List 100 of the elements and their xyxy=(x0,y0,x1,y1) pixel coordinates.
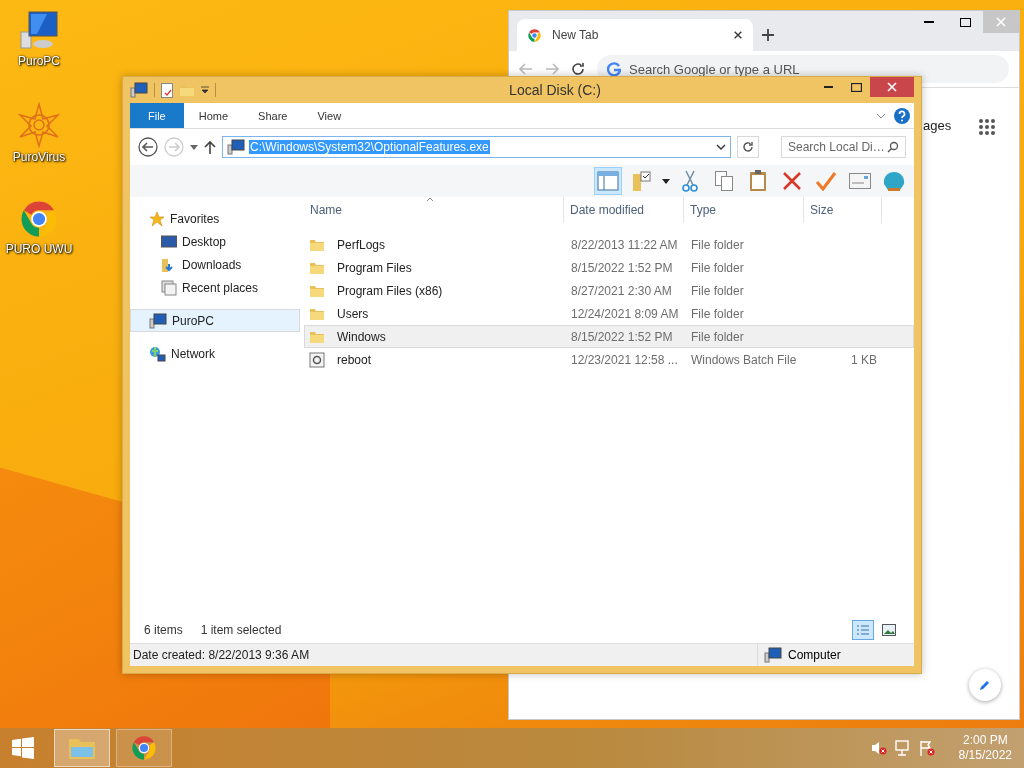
nav-item[interactable]: Desktop xyxy=(130,230,300,253)
copy-icon xyxy=(715,171,733,191)
help-icon[interactable] xyxy=(894,107,910,124)
scissors-icon xyxy=(682,170,698,192)
tab-title: New Tab xyxy=(552,28,600,42)
file-menu-button[interactable]: File xyxy=(130,103,184,128)
preview-pane-button[interactable] xyxy=(594,167,622,195)
computer-icon xyxy=(227,139,245,155)
file-row[interactable]: PerfLogs 8/22/2013 11:22 AM File folder xyxy=(304,233,914,256)
chrome-logo-icon xyxy=(527,27,542,43)
search-placeholder: Search Local Di… xyxy=(788,140,886,154)
address-text: C:\Windows\System32\OptionalFeatures.exe xyxy=(249,140,490,154)
type-cell-text: File folder xyxy=(690,260,745,275)
nav-label: Network xyxy=(171,346,215,361)
file-row[interactable]: Program Files 8/15/2022 1:52 PM File folder xyxy=(304,256,914,279)
date-cell-text: 12/23/2021 12:58 ... xyxy=(570,352,679,367)
file-name: Program Files xyxy=(336,260,412,275)
details-view-icon xyxy=(856,624,870,636)
folder-icon xyxy=(309,260,325,275)
file-name: Users xyxy=(336,306,369,321)
file-row[interactable]: reboot 12/23/2021 12:58 ... Windows Batch File 1 KB xyxy=(304,348,914,371)
window-card-icon xyxy=(849,173,871,189)
dropdown-icon[interactable] xyxy=(201,86,209,94)
type-cell-text: File folder xyxy=(690,329,745,344)
pencil-icon xyxy=(979,679,991,691)
location-label: Computer xyxy=(788,648,841,662)
star-burst-icon xyxy=(16,102,62,148)
file-name: reboot xyxy=(336,352,372,367)
browser-tab[interactable]: New Tab xyxy=(517,19,753,51)
nav-label: PuroPC xyxy=(172,313,215,328)
nav-item[interactable]: Downloads xyxy=(130,253,300,276)
reload-icon[interactable] xyxy=(571,62,585,76)
file-row[interactable]: Users 12/24/2021 8:09 AM File folder xyxy=(304,302,914,325)
date-cell-text: 12/24/2021 8:09 AM xyxy=(570,306,680,321)
type-cell-text: File folder xyxy=(690,283,745,298)
file-row[interactable]: Program Files (x86) 8/27/2021 2:30 AM File folder xyxy=(304,279,914,302)
type-cell-text: File folder xyxy=(690,306,745,321)
refresh-button[interactable] xyxy=(737,136,759,158)
flag-icon[interactable] xyxy=(918,740,935,756)
network-monitor-icon[interactable] xyxy=(894,740,911,756)
date-cell-text: 8/15/2022 1:52 PM xyxy=(570,260,674,275)
thumbnail-view-icon xyxy=(882,624,896,636)
nav-item[interactable]: Favorites xyxy=(130,207,300,230)
maximize-icon xyxy=(959,17,971,27)
column-header[interactable]: Name xyxy=(304,197,564,223)
chevron-down-icon[interactable] xyxy=(716,144,726,150)
ribbon-tab[interactable]: View xyxy=(302,103,357,128)
pane-layout-icon xyxy=(597,171,619,191)
file-name: Program Files (x86) xyxy=(336,283,443,298)
file-name: PerfLogs xyxy=(336,237,386,252)
computer-icon xyxy=(764,647,782,663)
apps-grid-icon[interactable] xyxy=(979,119,995,135)
column-header[interactable]: Date modified xyxy=(564,197,684,223)
column-header[interactable]: Type xyxy=(684,197,804,223)
nav-item[interactable]: Recent places xyxy=(130,276,300,299)
search-field[interactable]: Search Local Di… xyxy=(781,136,906,158)
desktop-icon xyxy=(161,235,177,248)
close-icon xyxy=(995,16,1007,28)
nav-item[interactable]: PuroPC xyxy=(130,309,300,332)
nav-item[interactable]: Network xyxy=(130,342,300,365)
clipboard-icon xyxy=(749,170,767,192)
date-cell-text: 8/27/2021 2:30 AM xyxy=(570,283,673,298)
nav-label: Downloads xyxy=(182,257,242,272)
back-icon[interactable] xyxy=(138,137,158,157)
recent-places-icon xyxy=(161,279,177,296)
date-cell-text: 8/15/2022 1:52 PM xyxy=(570,329,674,344)
shell-icon xyxy=(882,170,906,192)
file-name: Windows xyxy=(336,329,386,344)
windows-logo-icon[interactable] xyxy=(12,737,34,759)
window-title: Local Disk (C:) xyxy=(508,82,602,98)
computer-icon xyxy=(149,312,167,329)
file-row[interactable]: Windows 8/15/2022 1:52 PM File folder xyxy=(304,325,914,348)
up-arrow-icon[interactable] xyxy=(204,140,216,154)
computer-icon xyxy=(130,82,148,98)
maximize-icon xyxy=(850,82,862,92)
item-count: 6 items xyxy=(144,623,183,637)
ribbon-tab[interactable]: Home xyxy=(183,103,244,128)
nav-label: Favorites xyxy=(170,211,220,226)
refresh-icon xyxy=(742,141,754,153)
star-icon xyxy=(149,210,165,227)
new-folder-icon xyxy=(179,83,195,97)
nav-label: Desktop xyxy=(182,234,227,249)
column-header[interactable]: Size xyxy=(804,197,882,223)
chrome-logo-icon xyxy=(130,734,158,762)
plus-icon[interactable] xyxy=(761,28,775,42)
selection-info: 1 item selected xyxy=(200,623,282,637)
properties-icon[interactable] xyxy=(161,82,173,98)
folder-check-icon xyxy=(631,170,653,192)
images-link[interactable]: ages xyxy=(923,118,952,133)
folder-icon xyxy=(309,283,325,298)
ribbon-tab[interactable]: Share xyxy=(243,103,303,128)
muted-speaker-icon[interactable] xyxy=(870,740,887,756)
caret-icon[interactable] xyxy=(662,178,670,184)
folder-icon xyxy=(309,329,325,344)
minimize-icon xyxy=(924,21,934,23)
x-mark-icon xyxy=(782,171,802,191)
taskbar-button[interactable] xyxy=(116,729,172,767)
search-icon xyxy=(887,141,899,153)
close-icon xyxy=(733,30,743,40)
folder-icon xyxy=(309,237,325,252)
